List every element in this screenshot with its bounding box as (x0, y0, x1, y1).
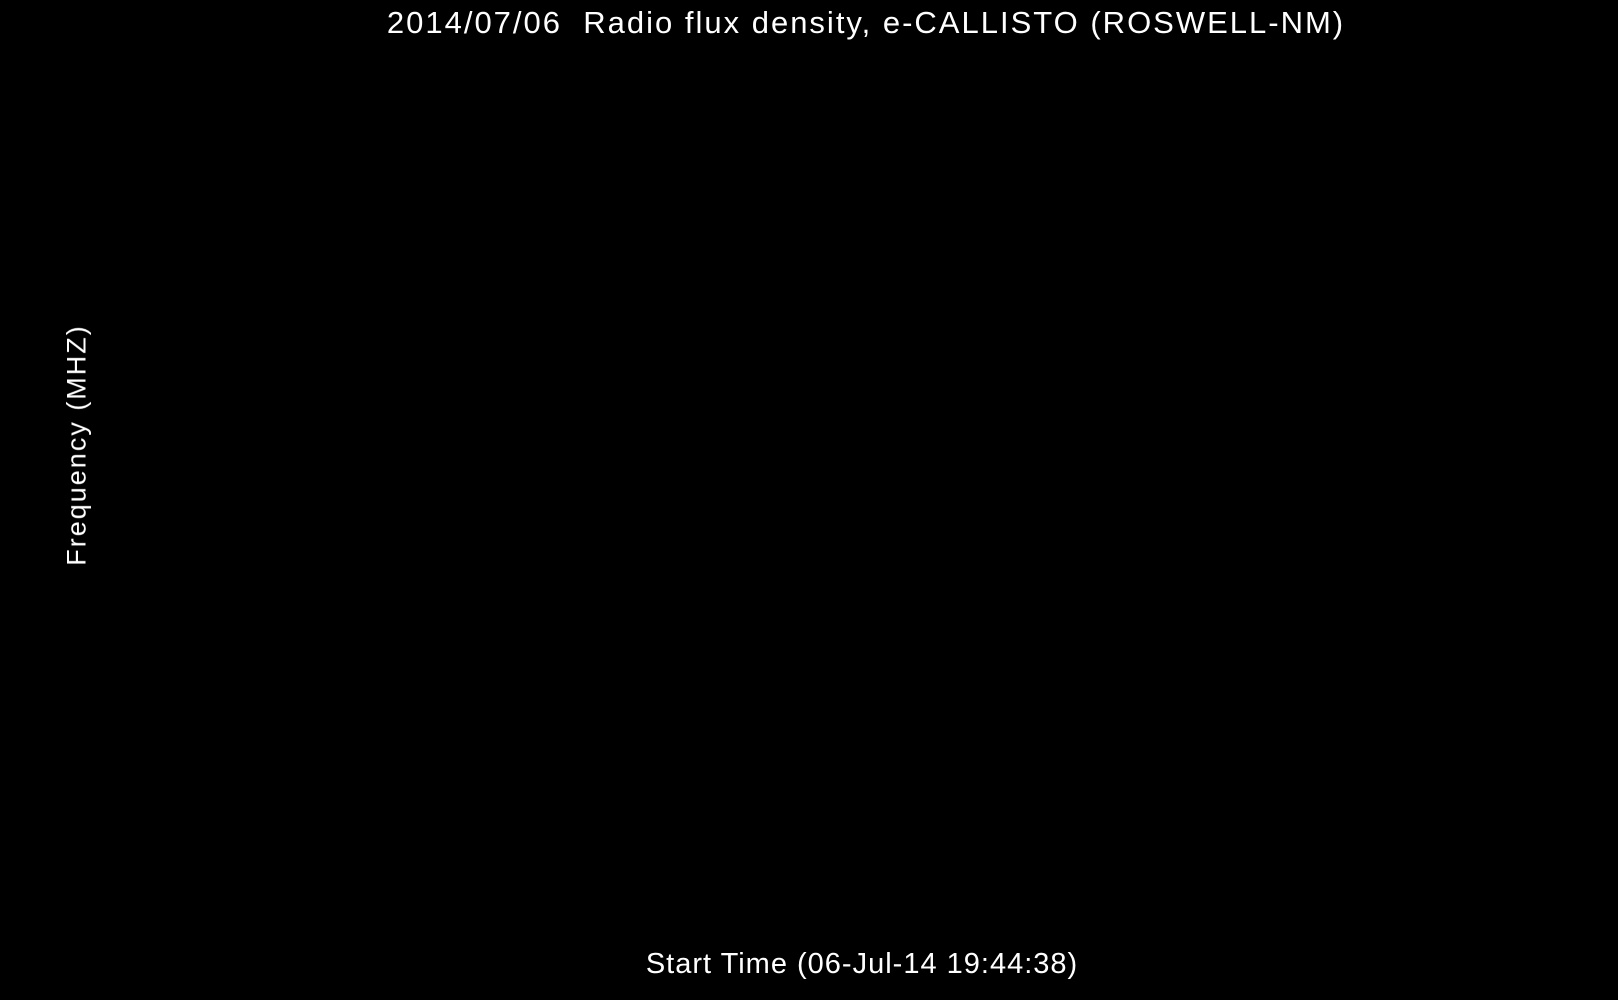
chart-title: 2014/07/06 Radio flux density, e-CALLIST… (386, 5, 1346, 40)
x-axis-title: Start Time (06-Jul-14 19:44:38) (645, 948, 1079, 980)
spectrogram-canvas (0, 0, 1618, 1000)
y-axis-title: Frequency (MHZ) (61, 324, 92, 566)
callisto-spectrogram-screen: 2014/07/06 Radio flux density, e-CALLIST… (0, 0, 1618, 1000)
